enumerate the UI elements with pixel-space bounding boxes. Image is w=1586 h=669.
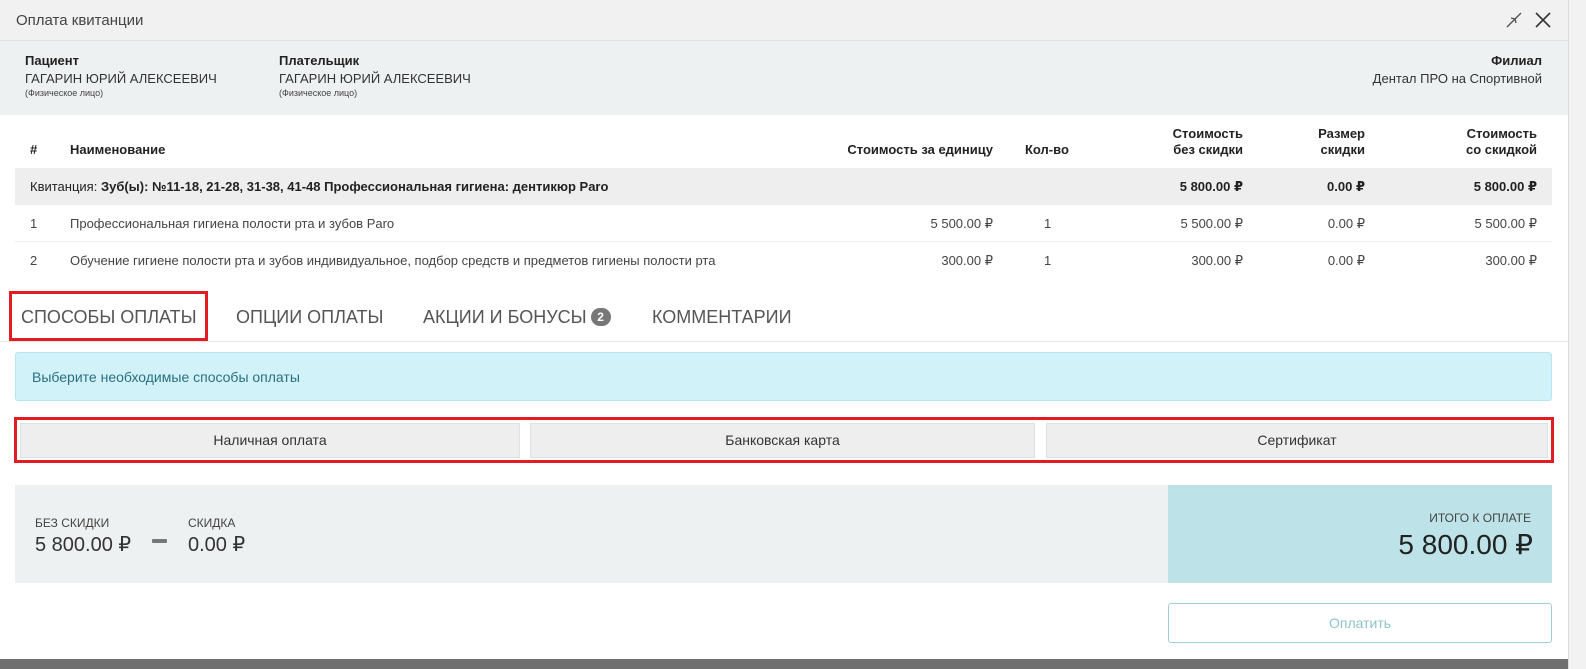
patient-label: Пациент (25, 53, 80, 68)
col-name: Наименование (70, 142, 166, 157)
row-name: Обучение гигиене полости рта и зубов инд… (70, 253, 716, 268)
row-with-discount: 300.00 ₽ (1485, 253, 1537, 268)
alert-text: Выберите необходимые способы оплаты (32, 369, 300, 385)
col-with-discount-line2: со скидкой (1465, 142, 1537, 157)
col-qty: Кол-во (1025, 142, 1069, 157)
discount-label: СКИДКА (188, 516, 236, 530)
payment-dialog: Оплата квитанции Пациент ГАГАРИН ЮРИЙ АЛ… (0, 0, 1568, 659)
minus-icon (152, 539, 167, 543)
discount-value: 0.00 ₽ (188, 534, 246, 556)
col-no-discount: Стоимость без скидки (1173, 126, 1243, 158)
col-discount: Размер скидки (1318, 126, 1365, 158)
row-unit-price: 300.00 ₽ (941, 253, 993, 268)
summary-prefix: Квитанция: (30, 179, 98, 194)
backdrop-edge (0, 659, 1568, 669)
no-discount-label: БЕЗ СКИДКИ (35, 516, 110, 530)
tab-comments[interactable]: КОММЕНТАРИИ (652, 307, 792, 328)
info-alert: Выберите необходимые способы оплаты (15, 352, 1552, 401)
row-qty: 1 (1044, 216, 1052, 231)
col-num: # (30, 142, 38, 157)
tab-payment-options[interactable]: ОПЦИИ ОПЛАТЫ (236, 307, 383, 328)
branch-label: Филиал (1491, 53, 1542, 68)
row-unit-price: 5 500.00 ₽ (930, 216, 994, 231)
collapse-icon[interactable] (1503, 9, 1525, 31)
payer-name: ГАГАРИН ЮРИЙ АЛЕКСЕЕВИЧ (279, 71, 471, 86)
branch-name: Дентал ПРО на Спортивной (1372, 71, 1542, 86)
totals-panel: БЕЗ СКИДКИ 5 800.00 ₽ СКИДКА 0.00 ₽ (15, 485, 1168, 583)
summary-teeth: Зуб(ы): №11-18, 21-28, 31-38, 41-48 Проф… (100, 179, 609, 194)
patient-type: (Физическое лицо) (25, 88, 104, 98)
patient-name: ГАГАРИН ЮРИЙ АЛЕКСЕЕВИЧ (25, 71, 217, 86)
payer-type: (Физическое лицо) (279, 88, 358, 98)
receipt-summary-row: Квитанция: Зуб(ы): №11-18, 21-28, 31-38,… (15, 168, 1552, 205)
summary-no-discount: 5 800.00 ₽ (1179, 179, 1243, 194)
col-no-discount-line2: без скидки (1173, 142, 1243, 157)
dialog-titlebar: Оплата квитанции (0, 0, 1568, 41)
grand-total-value: 5 800.00 ₽ (1398, 529, 1533, 560)
col-discount-line2: скидки (1320, 142, 1365, 157)
scrollbar[interactable] (1568, 0, 1586, 669)
col-discount-line1: Размер (1318, 126, 1365, 141)
close-icon[interactable] (1532, 9, 1554, 31)
methods-highlight-frame (14, 417, 1554, 463)
grand-total-label: ИТОГО К ОПЛАТЕ (1429, 511, 1531, 525)
promotions-count-badge: 2 (590, 308, 611, 326)
row-num: 2 (30, 253, 38, 268)
tab-highlight-frame (9, 291, 208, 341)
summary-discount: 0.00 ₽ (1327, 179, 1365, 194)
col-unit-price: Стоимость за единицу (847, 142, 993, 157)
row-no-discount: 5 500.00 ₽ (1180, 216, 1244, 231)
table-row: 2 Обучение гигиене полости рта и зубов и… (15, 242, 1552, 279)
tab-promotions-label: АКЦИИ И БОНУСЫ (423, 307, 587, 327)
row-discount: 0.00 ₽ (1327, 216, 1365, 231)
payer-block: Плательщик ГАГАРИН ЮРИЙ АЛЕКСЕЕВИЧ (Физи… (279, 53, 471, 98)
dialog-title: Оплата квитанции (16, 12, 144, 29)
col-no-discount-line1: Стоимость (1172, 126, 1243, 141)
row-no-discount: 300.00 ₽ (1191, 253, 1243, 268)
table-header: # Наименование Стоимость за единицу Кол-… (15, 118, 1552, 168)
payment-tabs: СПОСОБЫ ОПЛАТЫ ОПЦИИ ОПЛАТЫ АКЦИИ И БОНУ… (0, 290, 1568, 342)
patient-block: Пациент ГАГАРИН ЮРИЙ АЛЕКСЕЕВИЧ (Физичес… (25, 53, 217, 98)
row-name: Профессиональная гигиена полости рта и з… (70, 216, 395, 231)
branch-block: Филиал Дентал ПРО на Спортивной (1373, 53, 1542, 86)
pay-button[interactable]: Оплатить (1168, 603, 1552, 643)
grand-total-panel: ИТОГО К ОПЛАТЕ 5 800.00 ₽ (1168, 485, 1552, 583)
table-row: 1 Профессиональная гигиена полости рта и… (15, 205, 1552, 242)
row-discount: 0.00 ₽ (1327, 253, 1365, 268)
no-discount-value: 5 800.00 ₽ (35, 534, 132, 556)
row-num: 1 (30, 216, 38, 231)
col-with-discount: Стоимость со скидкой (1466, 126, 1537, 158)
summary-title: Квитанция: Зуб(ы): №11-18, 21-28, 31-38,… (30, 179, 608, 194)
row-qty: 1 (1044, 253, 1052, 268)
payer-label: Плательщик (279, 53, 360, 68)
receipt-info-panel: Пациент ГАГАРИН ЮРИЙ АЛЕКСЕЕВИЧ (Физичес… (0, 41, 1568, 115)
tab-promotions-bonuses[interactable]: АКЦИИ И БОНУСЫ 2 (423, 307, 611, 328)
row-with-discount: 5 500.00 ₽ (1474, 216, 1538, 231)
col-with-discount-line1: Стоимость (1466, 126, 1537, 141)
summary-with-discount: 5 800.00 ₽ (1473, 179, 1537, 194)
